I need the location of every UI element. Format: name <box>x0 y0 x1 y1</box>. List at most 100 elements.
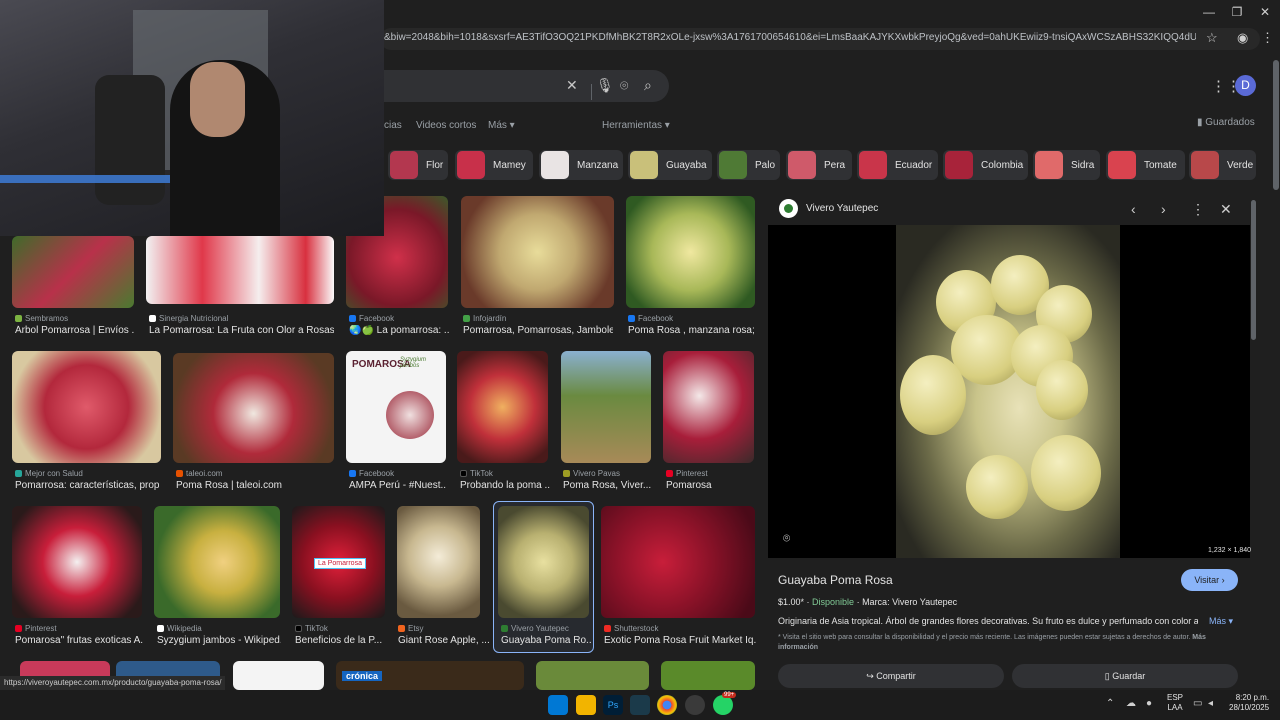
language-indicator[interactable]: ESP LAA <box>1167 693 1183 713</box>
result-image[interactable] <box>173 353 334 463</box>
preview-title[interactable]: Guayaba Poma Rosa <box>778 573 893 587</box>
result-title[interactable]: AMPA Perú - #Nuest... <box>349 480 447 491</box>
chip-ecuador[interactable]: Ecuador <box>857 150 938 180</box>
saved-link[interactable]: ▮ Guardados <box>1197 117 1255 128</box>
result-title[interactable]: Exotic Poma Rosa Fruit Market Iq... <box>604 635 756 646</box>
pinterest-icon <box>666 470 673 478</box>
result-image[interactable] <box>154 506 280 618</box>
result-image[interactable] <box>233 661 324 690</box>
previous-image-icon[interactable]: ‹ <box>1131 201 1136 217</box>
photoshop-icon[interactable]: Ps <box>603 695 623 715</box>
chip-palo[interactable]: Palo <box>717 150 780 180</box>
result-image[interactable] <box>12 506 142 618</box>
result-title[interactable]: Pomarrosa, Pomarrosas, Jambole... <box>463 325 613 336</box>
clock[interactable]: 8:20 p.m. 28/10/2025 <box>1229 693 1269 713</box>
source-label: Sinergia Nutricional <box>159 314 229 323</box>
page-scrollbar-thumb[interactable] <box>1273 60 1279 190</box>
result-title[interactable]: Poma Rosa, Viver... <box>563 480 653 491</box>
app-icon[interactable] <box>630 695 650 715</box>
preview-site-name[interactable]: Vivero Yautepec <box>806 203 878 214</box>
whatsapp-icon[interactable] <box>713 695 733 715</box>
result-image[interactable]: POMAROSA Syzygium jambos <box>346 351 446 463</box>
search-icon[interactable]: ⌕ <box>644 77 652 94</box>
chip-tomate[interactable]: Tomate <box>1106 150 1185 180</box>
preview-image[interactable] <box>896 225 1120 558</box>
tab-herramientas[interactable]: Herramientas ▾ <box>602 120 670 131</box>
account-avatar[interactable]: D <box>1235 75 1256 96</box>
more-options-icon[interactable]: ⋮ <box>1191 201 1205 218</box>
result-image[interactable]: crónica <box>336 661 524 690</box>
minimize-button[interactable]: — <box>1194 0 1224 24</box>
chip-colombia[interactable]: Colombia <box>943 150 1028 180</box>
chip-mamey[interactable]: Mamey <box>455 150 533 180</box>
result-title[interactable]: Syzygium jambos - Wikiped... <box>157 635 281 646</box>
result-image[interactable] <box>397 506 480 618</box>
visual-search-icon[interactable]: ⌾ <box>783 531 790 546</box>
result-image[interactable] <box>626 196 755 308</box>
tab-videos-cortos[interactable]: Videos cortos <box>416 120 476 131</box>
source-label: Shutterstock <box>614 624 659 633</box>
result-title[interactable]: Beneficios de la P... <box>295 635 387 646</box>
result-image[interactable] <box>457 351 548 463</box>
chip-flor[interactable]: Flor <box>388 150 448 180</box>
chip-pera[interactable]: Pera <box>786 150 852 180</box>
result-image[interactable] <box>661 661 755 690</box>
result-title[interactable]: Árbol Pomarrosa | Envíos ... <box>15 325 135 336</box>
close-panel-icon[interactable]: ✕ <box>1220 201 1232 218</box>
result-title[interactable]: La Pomarrosa: La Fruta con Olor a Rosas … <box>149 325 334 336</box>
share-button[interactable]: ↪ Compartir <box>778 664 1004 688</box>
result-image[interactable] <box>663 351 754 463</box>
file-explorer-icon[interactable] <box>576 695 596 715</box>
chip-manzana[interactable]: Manzana <box>539 150 623 180</box>
url-text[interactable]: &biw=2048&bih=1018&sxsrf=AE3TifO3OQ21PKD… <box>384 32 1196 43</box>
onedrive-icon[interactable]: ☁ <box>1126 698 1136 709</box>
result-image[interactable] <box>536 661 649 690</box>
tab-mas[interactable]: Más ▾ <box>488 120 515 131</box>
result-title[interactable]: Pomarosa <box>666 480 756 491</box>
product-info: $1.00* · Disponible · Marca: Vivero Yaut… <box>778 597 958 607</box>
network-icon[interactable]: ▭ <box>1193 698 1202 709</box>
close-window-button[interactable]: ✕ <box>1250 0 1280 24</box>
result-title[interactable]: Poma Rosa | taleoi.com <box>176 480 334 491</box>
chip-guayaba[interactable]: Guayaba <box>628 150 712 180</box>
openai-icon[interactable] <box>685 695 705 715</box>
volume-icon[interactable]: ◂ <box>1208 698 1213 709</box>
result-title[interactable]: Pomarosa" frutas exoticas A... <box>15 635 143 646</box>
result-image[interactable] <box>12 351 161 463</box>
result-image[interactable] <box>498 506 589 618</box>
result-title[interactable]: 🌏🍏 La pomarrosa: ... <box>349 325 449 336</box>
mic-tray-icon[interactable]: ● <box>1146 698 1152 709</box>
wikipedia-icon <box>157 625 164 633</box>
microphone-icon[interactable]: 🎙 <box>596 77 614 94</box>
tab-noticias[interactable]: cias <box>384 120 402 131</box>
chip-verde[interactable]: Verde <box>1189 150 1256 180</box>
result-image[interactable] <box>12 236 134 308</box>
chip-label: Palo <box>755 159 776 171</box>
chip-sidra[interactable]: Sidra <box>1033 150 1100 180</box>
result-title[interactable]: Giant Rose Apple, ... <box>398 635 490 646</box>
result-title[interactable]: Poma Rosa , manzana rosa;... <box>628 325 755 336</box>
lens-icon[interactable]: ⌾ <box>620 77 628 94</box>
result-image[interactable] <box>146 236 334 304</box>
result-image[interactable] <box>461 196 614 308</box>
clear-search-icon[interactable]: ✕ <box>566 77 578 94</box>
save-button[interactable]: ▯ Guardar <box>1012 664 1238 688</box>
result-title[interactable]: Probando la poma ... <box>460 480 550 491</box>
result-title[interactable]: Guayaba Poma Ro... <box>501 635 591 646</box>
panel-scrollbar[interactable] <box>1251 200 1256 340</box>
more-button[interactable]: Más ▾ <box>1209 616 1233 627</box>
browser-menu-icon[interactable]: ⋮ <box>1261 30 1274 46</box>
result-title[interactable]: Pomarrosa: características, propi... <box>15 480 160 491</box>
profile-icon[interactable]: ◉ <box>1237 30 1248 46</box>
chrome-icon[interactable] <box>657 695 677 715</box>
result-image[interactable] <box>561 351 651 463</box>
next-image-icon[interactable]: › <box>1161 201 1166 217</box>
bookmark-star-icon[interactable]: ☆ <box>1206 30 1218 46</box>
visit-button[interactable]: Visitar › <box>1181 569 1238 591</box>
restore-button[interactable]: ❐ <box>1222 0 1252 24</box>
windows-start-icon[interactable] <box>548 695 568 715</box>
result-image[interactable]: La Pomarrosa <box>292 506 385 618</box>
chip-label: Mamey <box>493 159 526 171</box>
tray-chevron-icon[interactable]: ⌃ <box>1106 698 1114 709</box>
result-image[interactable] <box>601 506 755 618</box>
